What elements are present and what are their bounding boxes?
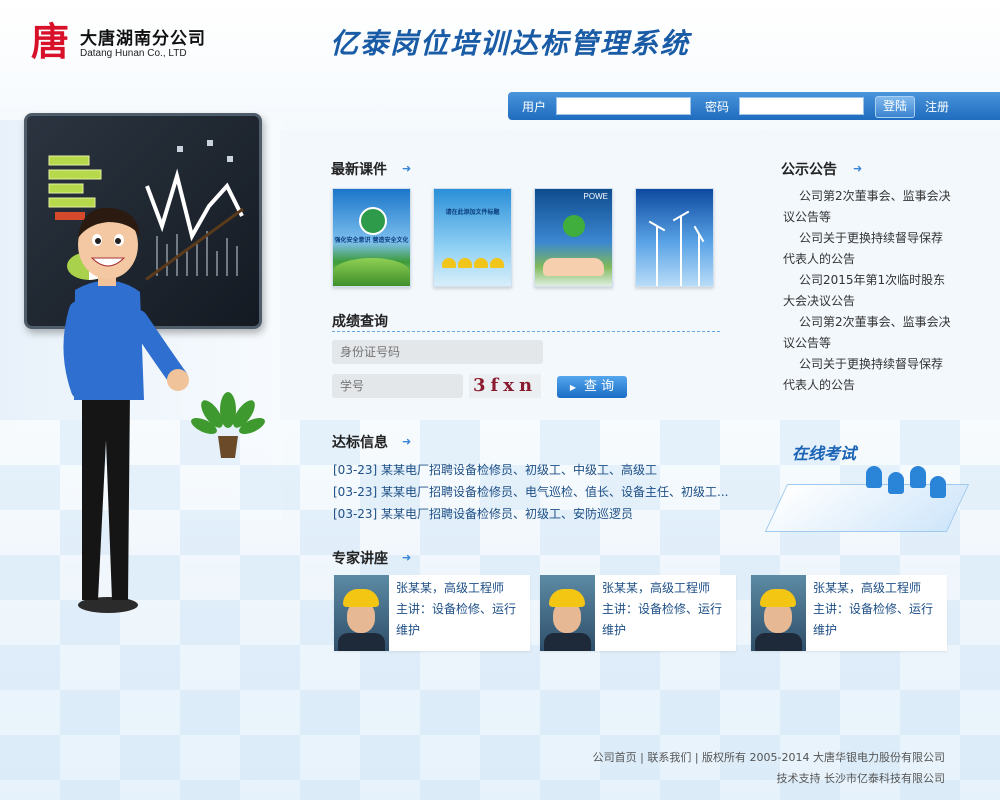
notices-more-arrow-icon[interactable]: ➜ <box>853 162 862 175</box>
id-number-input[interactable] <box>332 340 543 364</box>
captcha-image[interactable]: 3fxn <box>469 374 541 398</box>
standard-info-title: 达标信息 <box>332 435 388 451</box>
expert-name: 张某某，高级工程师 <box>602 581 711 595</box>
standard-info-item[interactable]: [03-23] 某某电厂招聘设备检修员、初级工、安防巡逻员 <box>333 503 733 525</box>
query-button-label: 查 询 <box>584 379 615 394</box>
helmet-icon <box>474 258 488 268</box>
password-label: 密码 <box>705 100 730 114</box>
standard-info-list: [03-23] 某某电厂招聘设备检修员、初级工、中级工、高级工 [03-23] … <box>333 459 733 525</box>
footer-copyright: 版权所有 2005-2014 大唐华银电力股份有限公司 <box>702 751 945 764</box>
username-label: 用户 <box>522 100 547 114</box>
company-logo-icon: 唐 <box>30 19 69 64</box>
notice-item[interactable]: 公司关于更换持续督导保荐代表人的公告 <box>783 228 953 270</box>
expert-name: 张某某，高级工程师 <box>396 581 505 595</box>
notice-item[interactable]: 公司第2次董事会、监事会决议公告等 <box>783 312 953 354</box>
play-arrow-icon: ▶ <box>569 383 576 392</box>
expert-avatar <box>334 575 389 651</box>
exam-user-icon <box>888 472 904 494</box>
expert-avatar <box>751 575 806 651</box>
avatar-suit <box>338 633 385 651</box>
potted-plant-illustration <box>188 380 268 460</box>
course-caption-2: 请在此添加文件标题 <box>445 209 500 216</box>
footer: 公司首页 | 联系我们 | 版权所有 2005-2014 大唐华银电力股份有限公… <box>592 751 946 785</box>
hills-graphic <box>333 258 410 286</box>
course-thumbnail-3[interactable]: POWE <box>534 188 613 287</box>
hard-hat-icon <box>760 589 796 607</box>
course-thumbnail-1[interactable]: 强化安全意识 营造安全文化 <box>332 188 411 287</box>
notice-item[interactable]: 公司关于更换持续督导保荐代表人的公告 <box>783 354 953 396</box>
expert-card-3[interactable]: 张某某，高级工程师 主讲：设备检修、运行维护 <box>751 575 947 651</box>
score-query-divider <box>332 331 720 332</box>
footer-support: 技术支持 长沙市亿泰科技有限公司 <box>776 772 946 785</box>
courses-title: 最新课件 <box>331 162 387 178</box>
notices-title: 公示公告 <box>781 162 837 178</box>
query-button[interactable]: ▶ 查 询 <box>557 376 627 398</box>
expert-card-2[interactable]: 张某某，高级工程师 主讲：设备检修、运行维护 <box>540 575 736 651</box>
student-number-input[interactable] <box>332 374 463 398</box>
helmet-icon <box>458 258 472 268</box>
helmet-icon <box>442 258 456 268</box>
company-name: 大唐湖南分公司 <box>80 29 206 49</box>
hard-hat-icon <box>549 589 585 607</box>
notice-item[interactable]: 公司第2次董事会、监事会决议公告等 <box>783 186 953 228</box>
helmet-icon <box>490 258 504 268</box>
login-bar: 用户 密码 登陆 注册 <box>508 92 1000 120</box>
system-title: 亿泰岗位培训达标管理系统 <box>330 27 691 60</box>
course-caption-1: 强化安全意识 营造安全文化 <box>334 237 409 244</box>
standard-info-item[interactable]: [03-23] 某某电厂招聘设备检修员、初级工、中级工、高级工 <box>333 459 733 481</box>
online-exam-banner[interactable]: 在线考试 <box>764 436 970 541</box>
exam-user-icon <box>930 476 946 498</box>
password-input[interactable] <box>739 97 864 115</box>
notice-list: 公司第2次董事会、监事会决议公告等 公司关于更换持续督导保荐代表人的公告 公司2… <box>783 186 953 396</box>
wind-turbine-icon <box>680 216 682 286</box>
expert-card-1[interactable]: 张某某，高级工程师 主讲：设备检修、运行维护 <box>334 575 530 651</box>
expert-topic: 主讲：设备检修、运行维护 <box>396 602 517 637</box>
hard-hat-icon <box>343 589 379 607</box>
course-thumbnail-4[interactable] <box>635 188 714 287</box>
course-caption-3: POWE <box>583 192 608 201</box>
courses-more-arrow-icon[interactable]: ➜ <box>402 162 411 175</box>
exam-user-icon <box>866 466 882 488</box>
wind-turbine-icon <box>656 226 658 286</box>
exam-user-icon <box>910 466 926 488</box>
login-button[interactable]: 登陆 <box>875 96 915 118</box>
standard-info-more-arrow-icon[interactable]: ➜ <box>402 435 411 448</box>
notice-item[interactable]: 公司2015年第1次临时股东大会决议公告 <box>783 270 953 312</box>
tree-icon <box>563 215 585 237</box>
username-input[interactable] <box>556 97 691 115</box>
expert-avatar <box>540 575 595 651</box>
footer-contact-link[interactable]: 联系我们 <box>647 751 691 764</box>
expert-topic: 主讲：设备检修、运行维护 <box>813 602 934 637</box>
safety-emblem-icon <box>359 207 387 235</box>
expert-topic: 主讲：设备检修、运行维护 <box>602 602 723 637</box>
experts-title: 专家讲座 <box>332 551 388 567</box>
wind-turbine-icon <box>698 234 700 286</box>
score-query-title: 成绩查询 <box>332 314 388 330</box>
avatar-suit <box>755 633 802 651</box>
expert-name: 张某某，高级工程师 <box>813 581 922 595</box>
avatar-suit <box>544 633 591 651</box>
standard-info-item[interactable]: [03-23] 某某电厂招聘设备检修员、电气巡检、值长、设备主任、初级工... <box>333 481 733 503</box>
company-name-en: Datang Hunan Co., LTD <box>80 48 187 59</box>
experts-more-arrow-icon[interactable]: ➜ <box>402 551 411 564</box>
hand-graphic <box>543 258 604 276</box>
footer-home-link[interactable]: 公司首页 <box>593 751 637 764</box>
course-thumbnail-2[interactable]: 请在此添加文件标题 <box>433 188 512 287</box>
register-link[interactable]: 注册 <box>925 98 949 115</box>
online-exam-title: 在线考试 <box>792 444 857 463</box>
